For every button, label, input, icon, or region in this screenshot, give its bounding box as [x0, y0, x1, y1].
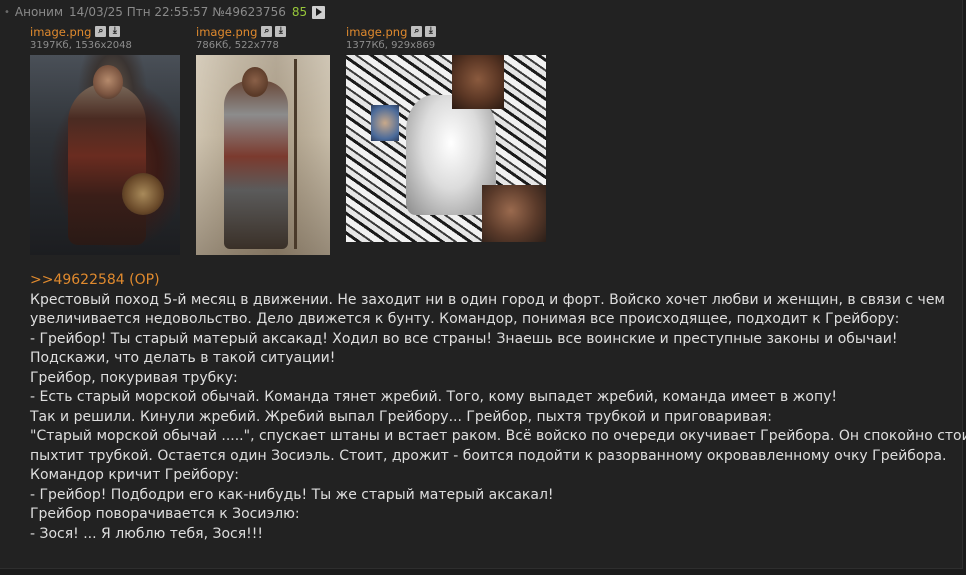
post-number[interactable]: №49623756 — [212, 5, 286, 19]
thumbnail-image[interactable] — [30, 55, 180, 255]
file-meta: image.png ⌕ ⤓ — [30, 24, 132, 39]
play-button[interactable] — [312, 5, 326, 19]
thumbnail-spear — [294, 59, 297, 249]
file-name-link[interactable]: image.png — [196, 25, 257, 39]
file-attachment: image.png ⌕ ⤓ 3197Кб, 1536x2048 — [30, 24, 132, 53]
thumbnail-figure — [224, 81, 288, 249]
thumbnail-figure-head — [93, 65, 123, 99]
post-text-line: Командор кричит Грейбору: — [30, 467, 240, 483]
post: • Аноним 14/03/25 Птн 22:55:57 №49623756… — [0, 0, 966, 569]
post-text-line: увеличивается недовольство. Дело движетс… — [30, 311, 900, 327]
post-text-line: "Старый морской обычай .....", спускает … — [30, 428, 966, 444]
author-name: Аноним — [14, 5, 63, 19]
file-meta: image.png ⌕ ⤓ — [346, 24, 437, 39]
post-text-line: - Зося! ... Я люблю тебя, Зося!!! — [30, 525, 263, 542]
post-body: >>49622584 (OP) Крестовый поход 5-й меся… — [30, 271, 966, 544]
post-date: 14/03/25 Птн 22:55:57 — [69, 5, 209, 19]
file-meta: image.png ⌕ ⤓ — [196, 24, 287, 39]
play-icon — [316, 8, 323, 16]
post-text-line: пыхтит трубкой. Остается один Зосиэль. С… — [30, 447, 947, 464]
thumbnail-figure — [68, 83, 146, 245]
post-text-line: Подскажи, что делать в такой ситуации! — [30, 350, 336, 366]
reply-count[interactable]: 85 — [292, 5, 307, 19]
thumbnail-figure-head — [242, 67, 268, 97]
thumbnail-face — [482, 185, 546, 242]
post-text-line: Грейбор поворачивается к Зосиэлю: — [30, 506, 300, 522]
post-text-line: - Есть старый морской обычай. Команда тя… — [30, 389, 837, 405]
post-text-line: - Грейбор! Подбодри его как-нибудь! Ты ж… — [30, 486, 554, 503]
thumbnail-image[interactable] — [346, 55, 546, 242]
file-size: 3197Кб, 1536x2048 — [30, 40, 132, 51]
post-text-line: Крестовый поход 5-й месяц в движении. Не… — [30, 291, 945, 308]
download-icon[interactable]: ⤓ — [425, 26, 437, 37]
post-header: • Аноним 14/03/25 Птн 22:55:57 №49623756… — [4, 3, 326, 21]
download-icon[interactable]: ⤓ — [109, 26, 121, 37]
thumbnail-shield — [122, 173, 164, 215]
file-attachment: image.png ⌕ ⤓ 1377Кб, 929x869 — [346, 24, 437, 53]
thumbnail-face — [371, 105, 399, 141]
download-icon[interactable]: ⤓ — [275, 26, 287, 37]
thumbnail-face — [452, 55, 504, 109]
file-name-link[interactable]: image.png — [346, 25, 407, 39]
search-icon[interactable]: ⌕ — [411, 26, 423, 37]
bullet-icon: • — [4, 6, 10, 18]
post-text-line: - Грейбор! Ты старый матерый аксакад! Хо… — [30, 330, 898, 347]
file-attachment: image.png ⌕ ⤓ 786Кб, 522x778 — [196, 24, 287, 53]
post-text-line: Так и решили. Кинули жребий. Жребий выпа… — [30, 408, 772, 425]
file-name-link[interactable]: image.png — [30, 25, 91, 39]
thumbnail-image[interactable] — [196, 55, 330, 255]
file-size: 1377Кб, 929x869 — [346, 40, 436, 51]
search-icon[interactable]: ⌕ — [95, 26, 107, 37]
file-size: 786Кб, 522x778 — [196, 40, 279, 51]
reply-link[interactable]: >>49622584 (OP) — [30, 271, 960, 291]
post-text-line: Грейбор, покуривая трубку: — [30, 369, 238, 386]
search-icon[interactable]: ⌕ — [261, 26, 273, 37]
